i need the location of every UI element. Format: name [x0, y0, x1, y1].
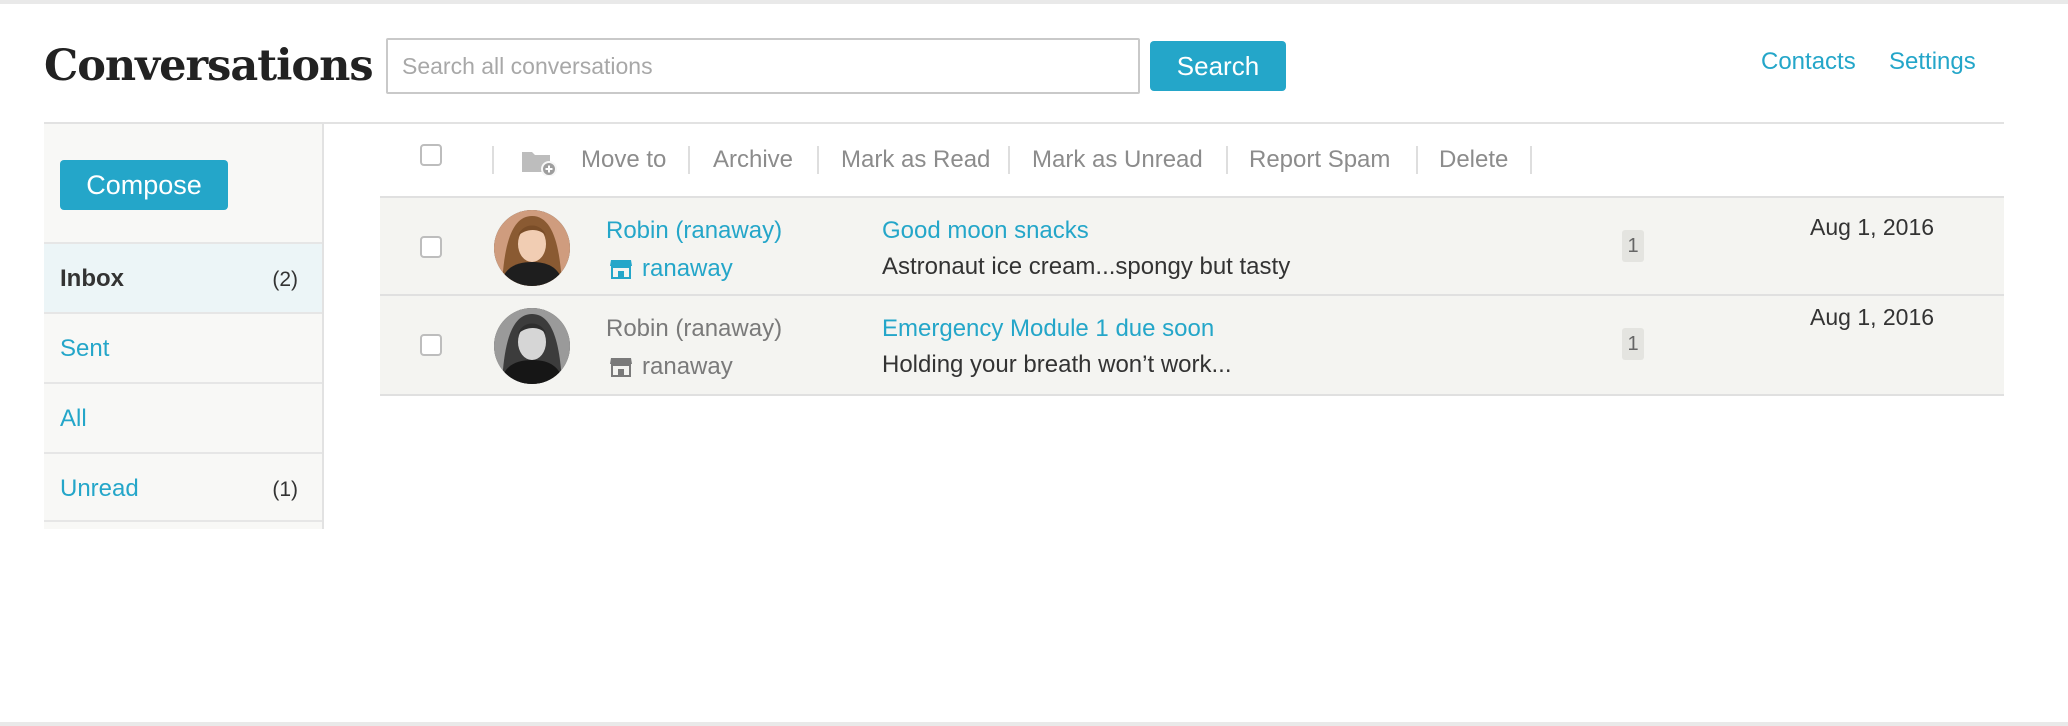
bottom-border: [0, 722, 2068, 726]
report-spam-button[interactable]: Report Spam: [1249, 144, 1390, 176]
sidebar-item-label: All: [60, 405, 87, 432]
top-border: [0, 0, 2068, 4]
avatar: [494, 210, 570, 286]
search-input[interactable]: [386, 38, 1140, 94]
sidebar-item-inbox[interactable]: Inbox (2): [44, 242, 322, 312]
search-button[interactable]: Search: [1150, 41, 1286, 91]
sidebar-item-label: Sent: [60, 335, 110, 362]
sidebar: Compose Inbox (2) Sent All Unread (1): [44, 124, 324, 529]
toolbar-divider: [1530, 146, 1532, 174]
unread-count-badge: (2): [272, 268, 298, 291]
conversation-snippet: Astronaut ice cream...spongy but tasty: [882, 253, 1291, 280]
folder-add-icon[interactable]: [520, 146, 558, 177]
shop-link[interactable]: ranaway: [610, 352, 733, 382]
toolbar-divider: [1416, 146, 1418, 174]
shop-link[interactable]: ranaway: [610, 254, 733, 284]
delete-button[interactable]: Delete: [1439, 144, 1508, 176]
shop-name: ranaway: [642, 353, 733, 380]
archive-button[interactable]: Archive: [713, 144, 793, 176]
row-checkbox[interactable]: [420, 334, 442, 356]
avatar: [494, 308, 570, 384]
mark-as-read-button[interactable]: Mark as Read: [841, 144, 990, 176]
toolbar-divider: [688, 146, 690, 174]
page-title: Conversations: [44, 41, 374, 91]
unread-count-badge: (1): [272, 478, 298, 501]
toolbar-divider: [1008, 146, 1010, 174]
conversation-date: Aug 1, 2016: [1810, 304, 1935, 330]
mark-as-unread-button[interactable]: Mark as Unread: [1032, 144, 1203, 176]
sidebar-item-sent[interactable]: Sent: [44, 312, 322, 382]
conversation-row[interactable]: Robin (ranaway) ranaway Emergency Module…: [380, 296, 2004, 396]
bulk-actions-toolbar: Move to Archive Mark as Read Mark as Unr…: [380, 124, 2004, 196]
message-count-badge: 1: [1622, 328, 1644, 360]
sidebar-item-label: Inbox: [60, 265, 124, 292]
storefront-icon: [610, 358, 632, 377]
toolbar-divider: [1226, 146, 1228, 174]
conversation-snippet: Holding your breath won’t work...: [882, 351, 1232, 378]
shop-name: ranaway: [642, 255, 733, 282]
sender-name[interactable]: Robin (ranaway): [606, 314, 782, 344]
conversation-row[interactable]: Robin (ranaway) ranaway Good moon snacks…: [380, 196, 2004, 296]
settings-link[interactable]: Settings: [1889, 46, 1976, 78]
toolbar-divider: [492, 146, 494, 174]
compose-button[interactable]: Compose: [60, 160, 228, 210]
sidebar-item-all[interactable]: All: [44, 382, 322, 452]
conversation-date: Aug 1, 2016: [1810, 214, 1935, 240]
contacts-link[interactable]: Contacts: [1761, 46, 1856, 78]
sender-name[interactable]: Robin (ranaway): [606, 216, 782, 246]
message-count-badge: 1: [1622, 230, 1644, 262]
storefront-icon: [610, 260, 632, 279]
row-checkbox[interactable]: [420, 236, 442, 258]
conversation-subject[interactable]: Good moon snacks: [882, 216, 1089, 246]
select-all-checkbox[interactable]: [420, 144, 442, 166]
toolbar-divider: [817, 146, 819, 174]
sidebar-item-unread[interactable]: Unread (1): [44, 452, 322, 522]
move-to-button[interactable]: Move to: [581, 144, 666, 176]
sidebar-item-label: Unread: [60, 475, 139, 502]
conversation-subject[interactable]: Emergency Module 1 due soon: [882, 314, 1214, 344]
